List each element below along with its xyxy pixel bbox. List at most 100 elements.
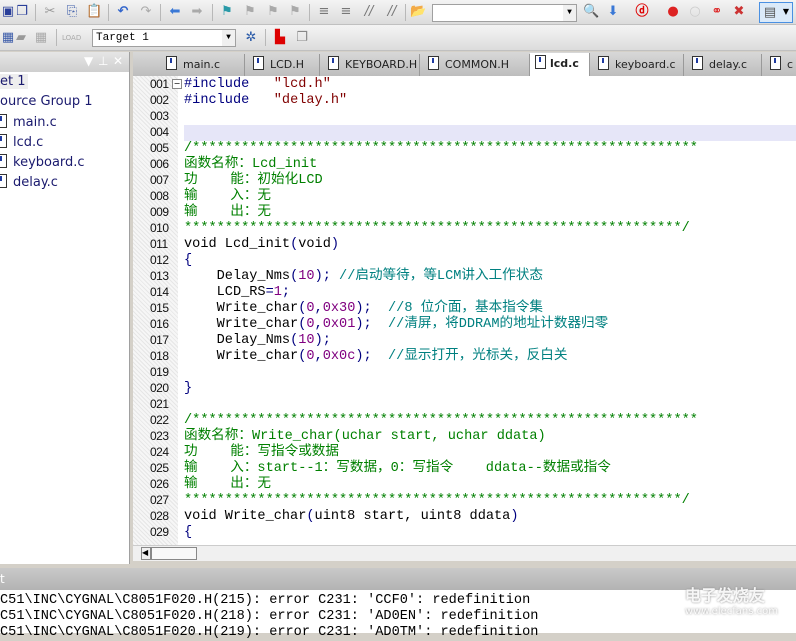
search-combo[interactable]: ▼: [432, 4, 577, 22]
save-all-icon[interactable]: ❐: [14, 4, 30, 20]
kill-breakpoints-icon[interactable]: ✖: [731, 4, 747, 20]
file-icon: [253, 56, 264, 70]
disable-breakpoint-icon[interactable]: ○: [687, 4, 703, 20]
line-number: 008: [150, 189, 169, 203]
horizontal-scrollbar[interactable]: ◀: [133, 545, 796, 561]
code-token: );: [355, 349, 372, 364]
code-line: LCD_RS=1;: [184, 285, 290, 301]
code-editor[interactable]: − 001 #include "lcd.h" 002 #include "delay.…: [133, 76, 796, 545]
cut-icon[interactable]: ✂: [42, 4, 58, 20]
code-token: "lcd.h": [273, 77, 331, 92]
find-in-files-icon[interactable]: 📂: [410, 4, 426, 20]
load-icon[interactable]: LOAD: [62, 30, 81, 46]
output-line: C51\INC\CYGNAL\C8051F020.H(219): error C…: [0, 625, 539, 640]
code-token: ;: [281, 285, 291, 300]
manage-components-icon[interactable]: ▙: [272, 30, 288, 46]
code-line: }: [184, 381, 192, 397]
tree-target[interactable]: et 1: [0, 74, 28, 89]
copy-icon[interactable]: ⎘: [64, 4, 80, 20]
tab-keyboard-h[interactable]: KEYBOARD.H: [320, 54, 420, 76]
tab-common-h[interactable]: COMMON.H: [420, 54, 530, 76]
multi-project-icon[interactable]: ❐: [294, 30, 310, 46]
code-line: Delay_Nms(10);: [184, 333, 331, 349]
tab-lcd-c[interactable]: lcd.c: [530, 53, 590, 76]
rebuild-icon[interactable]: ▦: [33, 30, 49, 46]
code-token: 10: [298, 333, 315, 348]
comment-icon[interactable]: //: [361, 4, 377, 20]
clear-bookmark-icon[interactable]: ⚑: [287, 4, 303, 20]
tree-file[interactable]: main.c: [0, 114, 57, 130]
incremental-find-icon[interactable]: ⬇: [605, 4, 621, 20]
pin-icon[interactable]: ⊥: [98, 54, 108, 68]
tab-lcd-h[interactable]: LCD.H: [245, 54, 320, 76]
find-icon[interactable]: 🔍: [583, 4, 599, 20]
code-line: {: [184, 525, 192, 541]
prev-bookmark-icon[interactable]: ⚑: [242, 4, 258, 20]
line-number: 014: [150, 285, 169, 299]
code-token: 函数名称：Write_char(uchar start, uchar ddata…: [184, 429, 546, 444]
code-token: 10: [298, 269, 315, 284]
code-token: 输 入：无: [184, 189, 272, 204]
line-number: 001: [150, 77, 169, 91]
debug-icon[interactable]: ⓓ: [634, 4, 650, 20]
tree-file[interactable]: delay.c: [0, 174, 58, 190]
code-token: );: [314, 269, 331, 284]
code-line: Write_char(0,0x0c); //显示打开，光标关，反白关: [184, 349, 568, 365]
tree-source-group[interactable]: ource Group 1: [0, 94, 93, 109]
file-icon: [0, 174, 7, 188]
uncomment-icon[interactable]: //: [384, 4, 400, 20]
line-number: 005: [150, 141, 169, 155]
tab-more[interactable]: c: [762, 54, 796, 76]
code-line: 输 入：无: [184, 189, 271, 205]
file-icon: [0, 134, 7, 148]
target-options-icon[interactable]: ✲: [243, 30, 259, 46]
bookmark-icon[interactable]: ⚑: [219, 4, 235, 20]
code-line: 函数名称：Lcd_init: [184, 157, 317, 173]
tab-delay-c[interactable]: delay.c: [684, 54, 762, 76]
target-select[interactable]: Target 1 ▼: [92, 29, 236, 47]
editor-tabs: main.c LCD.H KEYBOARD.H COMMON.H keyboar…: [133, 52, 796, 76]
dropdown-icon[interactable]: ▼: [84, 54, 93, 68]
code-line: #include "lcd.h": [184, 77, 331, 93]
forward-icon[interactable]: ➡: [189, 4, 205, 20]
chevron-down-icon: ▼: [782, 7, 789, 16]
tree-file[interactable]: keyboard.c: [0, 154, 85, 170]
back-icon[interactable]: ⬅: [167, 4, 183, 20]
undo-icon[interactable]: ↶: [115, 4, 131, 20]
code-token: #include: [184, 93, 250, 108]
code-token: =: [265, 285, 274, 300]
line-number: 006: [150, 157, 169, 171]
unindent-icon[interactable]: ≡: [338, 4, 354, 20]
tab-keyboard-c[interactable]: keyboard.c: [590, 54, 684, 76]
line-number: 018: [150, 349, 169, 363]
line-number: 028: [150, 509, 169, 523]
code-line: 功 能：初始化LCD: [184, 173, 323, 189]
code-line: Delay_Nms(10); //启动等待，等LCM讲入工作状态: [184, 269, 543, 285]
code-token: 0: [306, 301, 315, 316]
paste-icon[interactable]: 📋: [86, 4, 102, 20]
line-number: 026: [150, 477, 169, 491]
code-token: ): [510, 509, 519, 524]
line-number: 016: [150, 317, 169, 331]
tree-file[interactable]: lcd.c: [0, 134, 43, 150]
current-line-highlight: [184, 125, 796, 141]
breakpoint-icon[interactable]: ●: [665, 4, 681, 20]
code-line: ****************************************…: [184, 493, 690, 509]
code-token: //显示打开，光标关，反白关: [371, 349, 568, 364]
next-bookmark-icon[interactable]: ⚑: [265, 4, 281, 20]
window-icon: ▤: [763, 5, 777, 20]
build-icon[interactable]: ▰: [13, 30, 29, 46]
build-output[interactable]: C51\INC\CYGNAL\C8051F020.H(215): error C…: [0, 590, 796, 640]
code-token: //8 位介面，基本指令集: [371, 301, 543, 316]
tab-main-c[interactable]: main.c: [158, 54, 245, 76]
disable-all-breakpoints-icon[interactable]: ⚭: [709, 4, 725, 20]
close-icon[interactable]: ✕: [113, 54, 123, 68]
window-layout-button[interactable]: ▤ ▼: [759, 2, 793, 23]
code-token: 0: [306, 317, 315, 332]
indent-icon[interactable]: ≡: [316, 4, 332, 20]
redo-icon[interactable]: ↷: [138, 4, 154, 20]
code-token: (: [306, 509, 315, 524]
code-token: );: [314, 333, 331, 348]
line-number: 027: [150, 493, 169, 507]
